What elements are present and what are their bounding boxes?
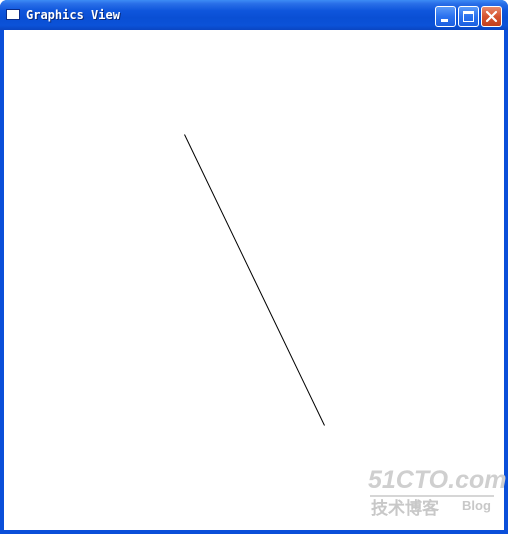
- window-title: Graphics View: [26, 8, 120, 22]
- close-icon: [485, 10, 498, 23]
- scene-surface: [184, 134, 325, 426]
- maximize-icon: [463, 11, 474, 22]
- watermark-subtitle: 技术博客: [371, 499, 439, 519]
- watermark: 51CTO.com 技术博客 Blog: [368, 466, 506, 522]
- minimize-icon: [441, 19, 448, 22]
- close-button[interactable]: [481, 6, 502, 27]
- graphics-view-window: Graphics View 51CTO.com 技术博客 Blog: [0, 0, 508, 534]
- minimize-button[interactable]: [435, 6, 456, 27]
- graphics-view-canvas[interactable]: [4, 30, 504, 530]
- watermark-tag: Blog: [462, 498, 491, 513]
- window-app-icon[interactable]: [6, 9, 20, 20]
- watermark-divider: [370, 495, 494, 497]
- maximize-button[interactable]: [458, 6, 479, 27]
- scene-line-item[interactable]: [184, 134, 325, 426]
- title-bar[interactable]: Graphics View: [0, 0, 508, 30]
- watermark-site: 51CTO.com: [368, 466, 507, 494]
